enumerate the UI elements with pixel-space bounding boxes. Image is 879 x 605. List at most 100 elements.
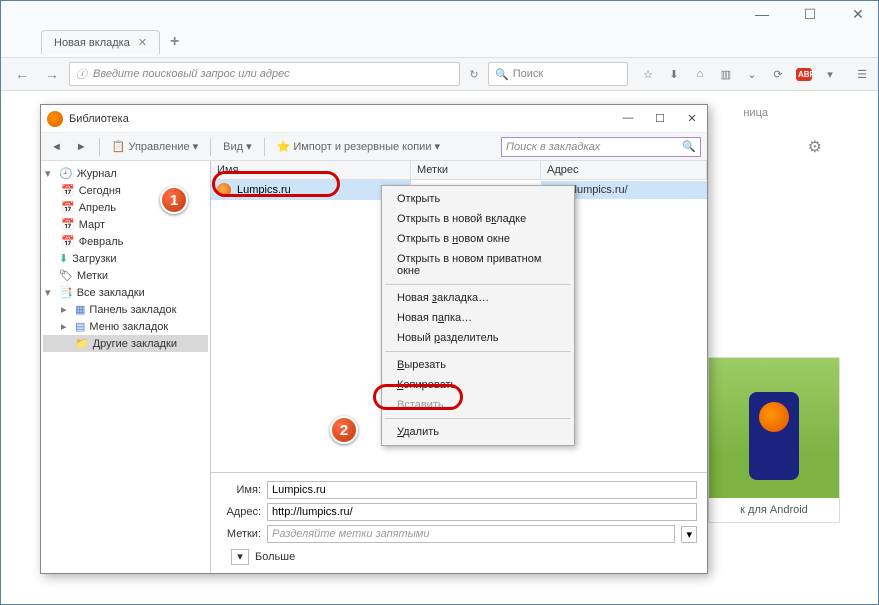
ctx-copy[interactable]: Копировать xyxy=(383,375,573,395)
view-menu[interactable]: Вид ▾ xyxy=(219,138,255,155)
tab-bar: Новая вкладка ✕ + xyxy=(41,27,179,57)
url-placeholder: Введите поисковый запрос или адрес xyxy=(93,68,290,80)
tree-february[interactable]: Февраль xyxy=(43,233,208,250)
details-pane: Имя: Адрес: Метки: ▾ ▾ Больше xyxy=(211,472,707,573)
tree-other-bookmarks[interactable]: Другие закладки xyxy=(43,335,208,352)
pocket-icon[interactable]: ⌄ xyxy=(744,68,760,81)
url-input[interactable]: ⓘ Введите поисковый запрос или адрес xyxy=(69,62,460,86)
bookmarks-icon xyxy=(59,286,73,299)
dropdown-icon[interactable]: ▾ xyxy=(822,68,838,81)
toolbar-icons: ☆ ⬇ ⌂ ▥ ⌄ ⟳ ABP ▾ ☰ xyxy=(640,68,870,81)
library-titlebar[interactable]: Библиотека — ☐ ✕ xyxy=(41,105,707,133)
lib-forward-button[interactable]: ► xyxy=(72,139,91,155)
row-name: Lumpics.ru xyxy=(237,184,291,196)
panel-icon xyxy=(75,303,85,316)
lib-maximize-button[interactable]: ☐ xyxy=(651,112,669,125)
detail-addr-label: Адрес: xyxy=(221,506,261,518)
back-button[interactable]: ← xyxy=(9,61,35,87)
library-window-controls: — ☐ ✕ xyxy=(619,112,701,125)
detail-name-label: Имя: xyxy=(221,484,261,496)
info-icon: ⓘ xyxy=(76,66,87,82)
library-toolbar: ◄ ► 📋 Управление ▾ Вид ▾ ⭐ Импорт и резе… xyxy=(41,133,707,161)
card-label: к для Android xyxy=(709,498,839,522)
lib-back-button[interactable]: ◄ xyxy=(47,139,66,155)
thumbnail-card[interactable]: к для Android xyxy=(708,357,840,523)
calendar-icon xyxy=(61,201,75,214)
list-header: Имя Метки Адрес xyxy=(211,161,707,180)
more-toggle[interactable]: ▾ Больше xyxy=(231,549,697,565)
tree-downloads[interactable]: Загрузки xyxy=(43,250,208,267)
separator xyxy=(210,138,211,156)
chevron-down-icon: ▾ xyxy=(231,549,249,565)
sync-icon[interactable]: ⟳ xyxy=(770,68,786,81)
home-icon[interactable]: ⌂ xyxy=(692,68,708,81)
menu-icon xyxy=(75,320,85,333)
close-button[interactable]: ✕ xyxy=(846,5,870,25)
browser-tab[interactable]: Новая вкладка ✕ xyxy=(41,30,160,54)
library-title: Библиотека xyxy=(69,113,619,125)
ctx-paste: Вставить xyxy=(383,395,573,415)
minimize-button[interactable]: — xyxy=(750,5,774,25)
ctx-new-separator[interactable]: Новый разделитель xyxy=(383,328,573,348)
abp-icon[interactable]: ABP xyxy=(796,68,812,81)
gear-icon[interactable]: ⚙ xyxy=(808,137,822,157)
separator xyxy=(385,284,571,285)
tags-dropdown-button[interactable]: ▾ xyxy=(681,526,697,543)
download-icon[interactable]: ⬇ xyxy=(666,68,682,81)
step-badge-2: 2 xyxy=(330,416,358,444)
separator xyxy=(385,418,571,419)
page-text-fragment: ница xyxy=(743,107,768,119)
detail-name-input[interactable] xyxy=(267,481,697,499)
col-tags[interactable]: Метки xyxy=(411,161,541,179)
ctx-open-tab[interactable]: Открыть в новой вкладке xyxy=(383,209,573,229)
calendar-icon xyxy=(61,235,75,248)
calendar-icon xyxy=(61,184,75,197)
detail-addr-input[interactable] xyxy=(267,503,697,521)
tree-toolbar-bookmarks[interactable]: ▸Панель закладок xyxy=(43,301,208,318)
tree-menu-bookmarks[interactable]: ▸Меню закладок xyxy=(43,318,208,335)
address-bar: ← → ⓘ Введите поисковый запрос или адрес… xyxy=(1,57,878,91)
tree-march[interactable]: Март xyxy=(43,216,208,233)
firefox-icon xyxy=(47,111,63,127)
tree-tags[interactable]: Метки xyxy=(43,267,208,284)
download-icon xyxy=(59,252,68,265)
import-menu[interactable]: ⭐ Импорт и резервные копии ▾ xyxy=(273,138,444,155)
ctx-new-bookmark[interactable]: Новая закладка… xyxy=(383,288,573,308)
lib-minimize-button[interactable]: — xyxy=(619,112,637,125)
clock-icon xyxy=(59,167,73,180)
reload-button[interactable]: ↻ xyxy=(464,68,484,81)
tree-journal[interactable]: ▾Журнал xyxy=(43,165,208,182)
col-address[interactable]: Адрес xyxy=(541,161,707,179)
search-input[interactable]: 🔍 Поиск xyxy=(488,62,628,86)
self-icon[interactable]: ☆ xyxy=(640,68,656,81)
menu-button[interactable]: ☰ xyxy=(854,68,870,81)
sidebar-icon[interactable]: ▥ xyxy=(718,68,734,81)
search-placeholder: Поиск xyxy=(513,68,543,80)
col-name[interactable]: Имя xyxy=(211,161,411,179)
folder-icon xyxy=(75,337,89,350)
context-menu: Открыть Открыть в новой вкладке Открыть … xyxy=(381,185,575,446)
ctx-open-private[interactable]: Открыть в новом приватном окне xyxy=(383,249,573,281)
ctx-open[interactable]: Открыть xyxy=(383,189,573,209)
search-icon: 🔍 xyxy=(682,140,696,153)
library-search-input[interactable]: Поиск в закладках 🔍 xyxy=(501,137,701,157)
close-tab-icon[interactable]: ✕ xyxy=(138,36,147,49)
manage-menu[interactable]: 📋 Управление ▾ xyxy=(108,138,202,155)
ctx-cut[interactable]: Вырезать xyxy=(383,355,573,375)
step-badge-1: 1 xyxy=(160,186,188,214)
library-dialog: Библиотека — ☐ ✕ ◄ ► 📋 Управление ▾ Вид … xyxy=(40,104,708,574)
phone-icon xyxy=(749,392,799,480)
separator xyxy=(99,138,100,156)
tree-all-bookmarks[interactable]: ▾Все закладки xyxy=(43,284,208,301)
separator xyxy=(264,138,265,156)
lib-close-button[interactable]: ✕ xyxy=(683,112,701,125)
ctx-open-window[interactable]: Открыть в новом окне xyxy=(383,229,573,249)
maximize-button[interactable]: ☐ xyxy=(798,5,822,25)
ctx-new-folder[interactable]: Новая папка… xyxy=(383,308,573,328)
favicon-icon xyxy=(217,183,231,197)
new-tab-button[interactable]: + xyxy=(170,33,179,51)
forward-button[interactable]: → xyxy=(39,61,65,87)
tag-icon xyxy=(59,269,73,282)
detail-tags-input[interactable] xyxy=(267,525,675,543)
ctx-delete[interactable]: Удалить xyxy=(383,422,573,442)
